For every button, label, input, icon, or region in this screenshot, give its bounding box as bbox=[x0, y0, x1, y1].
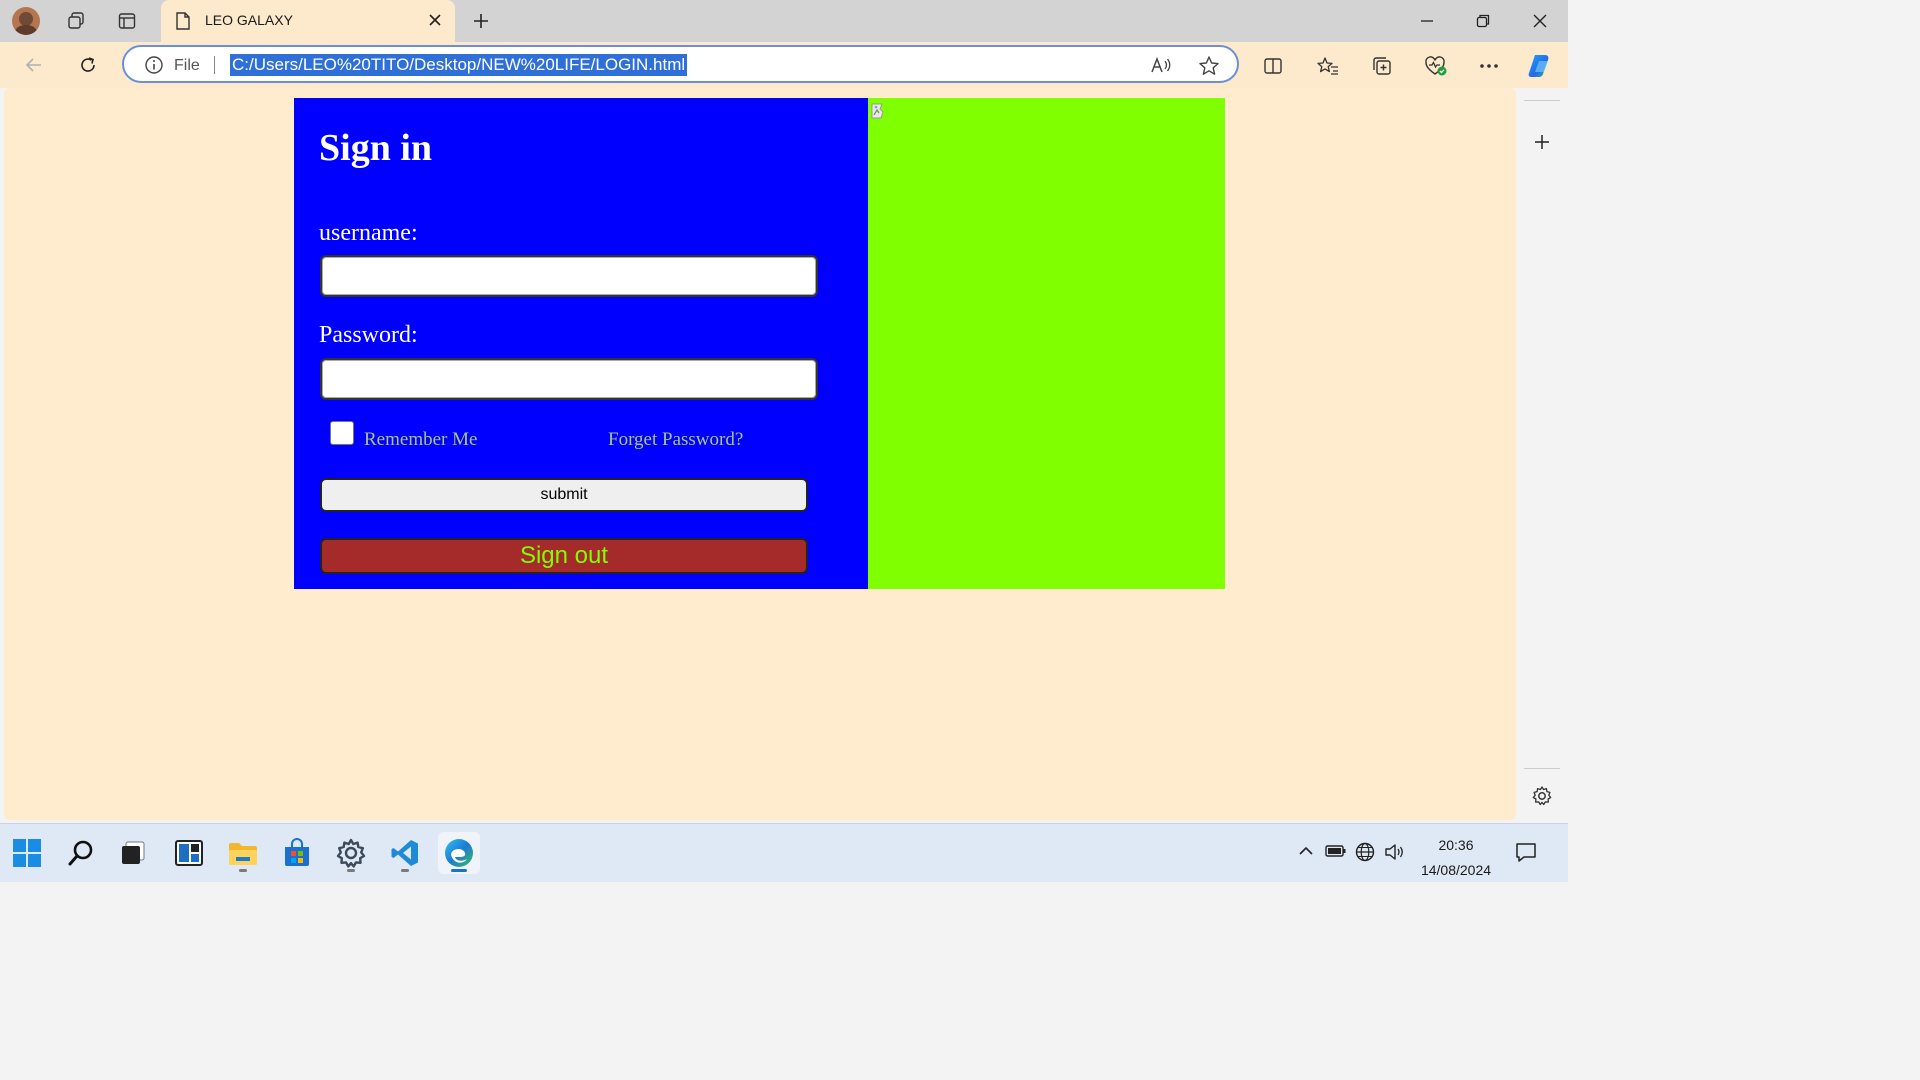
url-text[interactable]: C:/Users/LEO%20TITO/Desktop/NEW%20LIFE/L… bbox=[230, 54, 688, 76]
remember-me-checkbox[interactable] bbox=[330, 421, 354, 445]
more-options-icon[interactable] bbox=[1473, 50, 1505, 82]
restore-button[interactable] bbox=[1455, 0, 1511, 42]
microsoft-edge-icon[interactable] bbox=[438, 832, 480, 874]
remember-me-label[interactable]: Remember Me bbox=[364, 429, 477, 451]
sidebar-divider bbox=[1524, 768, 1560, 769]
favorite-star-icon[interactable] bbox=[1198, 55, 1220, 82]
windows-start-icon[interactable] bbox=[6, 832, 48, 874]
tab-leo-galaxy[interactable]: LEO GALAXY bbox=[161, 0, 455, 42]
vs-code-icon[interactable] bbox=[384, 832, 426, 874]
profile-avatar[interactable] bbox=[12, 7, 40, 35]
widgets-icon[interactable] bbox=[168, 832, 210, 874]
active-indicator bbox=[451, 869, 467, 872]
password-label: Password: bbox=[319, 322, 418, 348]
minimize-button[interactable] bbox=[1399, 0, 1455, 42]
tab-title: LEO GALAXY bbox=[205, 12, 293, 28]
tab-actions-icon[interactable] bbox=[111, 6, 143, 36]
notification-icon[interactable] bbox=[1514, 840, 1538, 869]
volume-icon[interactable] bbox=[1384, 842, 1406, 867]
sign-out-button[interactable]: Sign out bbox=[320, 538, 808, 574]
split-screen-icon[interactable] bbox=[1257, 50, 1289, 82]
clock-time: 20:36 bbox=[1438, 837, 1474, 853]
workspaces-icon[interactable] bbox=[60, 6, 92, 36]
browser-toolbar: File C:/Users/LEO%20TITO/Desktop/NEW%20L… bbox=[0, 42, 1568, 88]
task-view-icon[interactable] bbox=[112, 832, 154, 874]
title-bar: LEO GALAXY bbox=[0, 0, 1568, 42]
close-icon[interactable] bbox=[427, 12, 443, 33]
settings-gear-icon[interactable] bbox=[330, 832, 372, 874]
network-globe-icon[interactable] bbox=[1355, 842, 1375, 867]
edge-sidebar bbox=[1516, 88, 1568, 823]
address-separator bbox=[214, 56, 215, 74]
back-arrow-icon[interactable] bbox=[18, 49, 50, 81]
running-indicator bbox=[401, 869, 409, 872]
address-bar[interactable]: File C:/Users/LEO%20TITO/Desktop/NEW%20L… bbox=[122, 45, 1239, 83]
file-explorer-icon[interactable] bbox=[222, 832, 264, 874]
signin-title: Sign in bbox=[319, 127, 433, 169]
username-input[interactable] bbox=[320, 255, 818, 297]
battery-icon[interactable] bbox=[1325, 842, 1347, 865]
search-icon[interactable] bbox=[60, 832, 102, 874]
scheme-label: File bbox=[174, 57, 200, 74]
login-panel: Sign in username: Password: Remember Me … bbox=[294, 98, 868, 589]
image-panel bbox=[868, 98, 1225, 589]
browser-essentials-icon[interactable] bbox=[1420, 50, 1452, 82]
page-viewport: Sign in username: Password: Remember Me … bbox=[4, 88, 1516, 820]
forgot-password-link[interactable]: Forget Password? bbox=[608, 429, 743, 451]
new-tab-button[interactable] bbox=[466, 6, 496, 36]
submit-button[interactable]: submit bbox=[320, 478, 808, 512]
username-label: username: bbox=[319, 220, 418, 246]
sidebar-settings-icon[interactable] bbox=[1526, 780, 1558, 812]
running-indicator bbox=[239, 869, 247, 872]
show-hidden-icons-chevron-icon[interactable] bbox=[1297, 842, 1315, 865]
microsoft-store-icon[interactable] bbox=[276, 832, 318, 874]
sidebar-divider bbox=[1524, 100, 1560, 101]
document-icon bbox=[175, 12, 191, 35]
password-input[interactable] bbox=[320, 358, 818, 400]
copilot-icon[interactable] bbox=[1524, 50, 1556, 82]
refresh-icon[interactable] bbox=[72, 49, 104, 81]
site-info-icon[interactable] bbox=[144, 55, 164, 80]
running-indicator bbox=[347, 869, 355, 872]
favorites-icon[interactable] bbox=[1312, 50, 1344, 82]
collections-icon[interactable] bbox=[1366, 50, 1398, 82]
clock-date: 14/08/2024 bbox=[1420, 862, 1492, 878]
add-sidebar-app-icon[interactable] bbox=[1526, 126, 1558, 158]
broken-image-icon bbox=[870, 100, 890, 125]
system-clock[interactable]: 20:36 14/08/2024 bbox=[1410, 833, 1502, 883]
close-window-button[interactable] bbox=[1512, 0, 1568, 42]
windows-taskbar: 20:36 14/08/2024 bbox=[0, 823, 1568, 882]
read-aloud-icon[interactable] bbox=[1150, 55, 1172, 80]
